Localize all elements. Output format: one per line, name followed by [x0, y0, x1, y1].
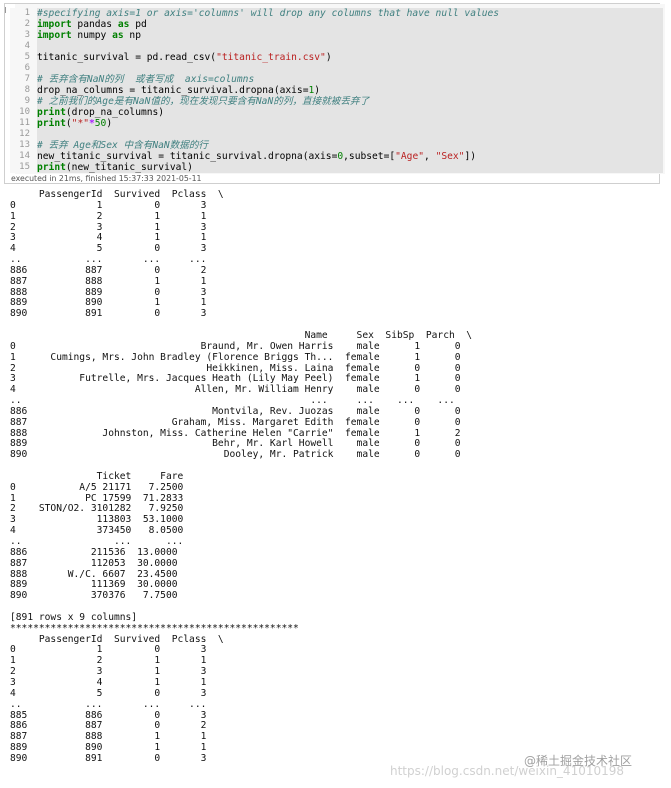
output-line: 0 A/5 21171 7.2500 [10, 481, 184, 493]
notebook-page: 1 2 3 4 5 6 7 8 9 10 11 12 13 14 15 #specifying axis=1… [0, 0, 671, 788]
line-number: 12 [19, 129, 30, 139]
code-line: titanic_survival = pd.read_csv("titanic_… [37, 52, 663, 63]
code-token: drop_na_columns = titanic_survival.dropn… [37, 85, 309, 96]
code-line: import numpy as np [37, 30, 663, 41]
output-line: .. ... ... ... [10, 698, 207, 710]
output-line: 887 Graham, Miss. Margaret Edith female … [10, 416, 461, 428]
cell-output: PassengerId Survived Pclass \ 0 1 0 31 2 … [10, 189, 660, 765]
code-token: #specifying axis=1 or axis='columns' wil… [37, 8, 500, 19]
code-token: print [37, 162, 66, 173]
output-line: 1 2 1 1 [10, 210, 207, 222]
line-number: 6 [24, 63, 30, 73]
cell-marker [5, 7, 8, 13]
code-token: ]) [464, 151, 477, 162]
code-token: ) [325, 52, 332, 63]
line-number: 5 [24, 52, 30, 62]
line-number-gutter: 1 2 3 4 5 6 7 8 9 10 11 12 13 14 15 [10, 8, 30, 173]
code-token: "*" [71, 118, 89, 129]
code-line: import pandas as pd [37, 19, 663, 30]
code-line: #specifying axis=1 or axis='columns' wil… [37, 8, 663, 19]
code-token: ,subset=[ [343, 151, 396, 162]
code-token: print [37, 107, 66, 118]
output-line: 890 Dooley, Mr. Patrick male 0 0 [10, 449, 461, 461]
line-number: 2 [24, 19, 30, 29]
code-token: pd [129, 19, 147, 30]
code-line: print("*"*50) [37, 118, 663, 129]
code-token: import [37, 19, 72, 30]
code-token: ) [106, 118, 113, 129]
code-cell[interactable]: 1 2 3 4 5 6 7 8 9 10 11 12 13 14 15 #specifying axis=1… [4, 3, 665, 184]
execution-status: executed in 21ms, finished 15:37:33 2021… [11, 174, 202, 183]
code-token: as [112, 30, 124, 41]
output-line: 887 112053 30.0000 [10, 557, 178, 569]
output-line: 887 888 1 1 [10, 275, 207, 287]
line-number: 8 [24, 85, 30, 95]
code-token: # 丢弃 Age和Sex 中含有NaN数据的行 [37, 140, 209, 151]
line-number: 4 [24, 41, 30, 51]
code-token: import [37, 30, 72, 41]
code-token: print [37, 118, 66, 129]
code-token: (drop_na_columns) [65, 107, 165, 118]
code-line: # 丢弃含有NaN的列 或者写成 axis=columns [37, 74, 663, 85]
code-token: "Age" [395, 151, 425, 162]
code-token: "Sex" [435, 151, 465, 162]
code-token: numpy [71, 30, 113, 41]
line-number: 10 [19, 107, 30, 117]
code-text[interactable]: #specifying axis=1 or axis='columns' wil… [37, 8, 663, 173]
code-line: new_titanic_survival = titanic_survival.… [37, 151, 663, 162]
output-line: 1 Cumings, Mrs. John Bradley (Florence B… [10, 351, 461, 363]
code-token: as [117, 19, 130, 30]
line-number: 9 [24, 96, 30, 106]
code-token: titanic_survival = pd.read_csv( [37, 52, 217, 63]
code-token: 50 [94, 118, 107, 129]
line-number: 11 [19, 118, 30, 128]
code-token: pandas [71, 19, 118, 30]
code-token: # 丢弃含有NaN的列 或者写成 axis=columns [37, 74, 255, 85]
output-line: 890 891 0 3 [10, 308, 207, 320]
code-line: # 丢弃 Age和Sex 中含有NaN数据的行 [37, 140, 663, 151]
output-line: 890 370376 7.7500 [10, 590, 178, 602]
code-line: print(drop_na_columns) [37, 107, 663, 118]
code-line: drop_na_columns = titanic_survival.dropn… [37, 85, 663, 96]
code-line: # 之前我们的Age是有NaN值的，现在发现只要含有NaN的列，直接就被丢弃了 [37, 96, 663, 107]
line-number: 14 [19, 151, 30, 161]
code-line: print(new_titanic_survival) [37, 162, 663, 173]
code-token: ) [314, 85, 321, 96]
code-token: # 之前我们的Age是有NaN值的，现在发现只要含有NaN的列，直接就被丢弃了 [37, 96, 370, 107]
code-token: np [123, 30, 141, 41]
code-token: new_titanic_survival = titanic_survival.… [37, 151, 338, 162]
line-number: 7 [24, 74, 30, 84]
line-number: 15 [19, 162, 30, 172]
code-token: (new_titanic_survival) [65, 162, 193, 173]
line-number: 13 [19, 140, 30, 150]
watermark-logo: @稀土掘金技术社区 [524, 754, 633, 768]
line-number: 1 [24, 8, 30, 18]
line-number: 3 [24, 30, 30, 40]
code-token: "titanic_train.csv" [216, 52, 326, 63]
code-token: , [424, 151, 436, 162]
output-line: ****************************************… [10, 622, 299, 634]
